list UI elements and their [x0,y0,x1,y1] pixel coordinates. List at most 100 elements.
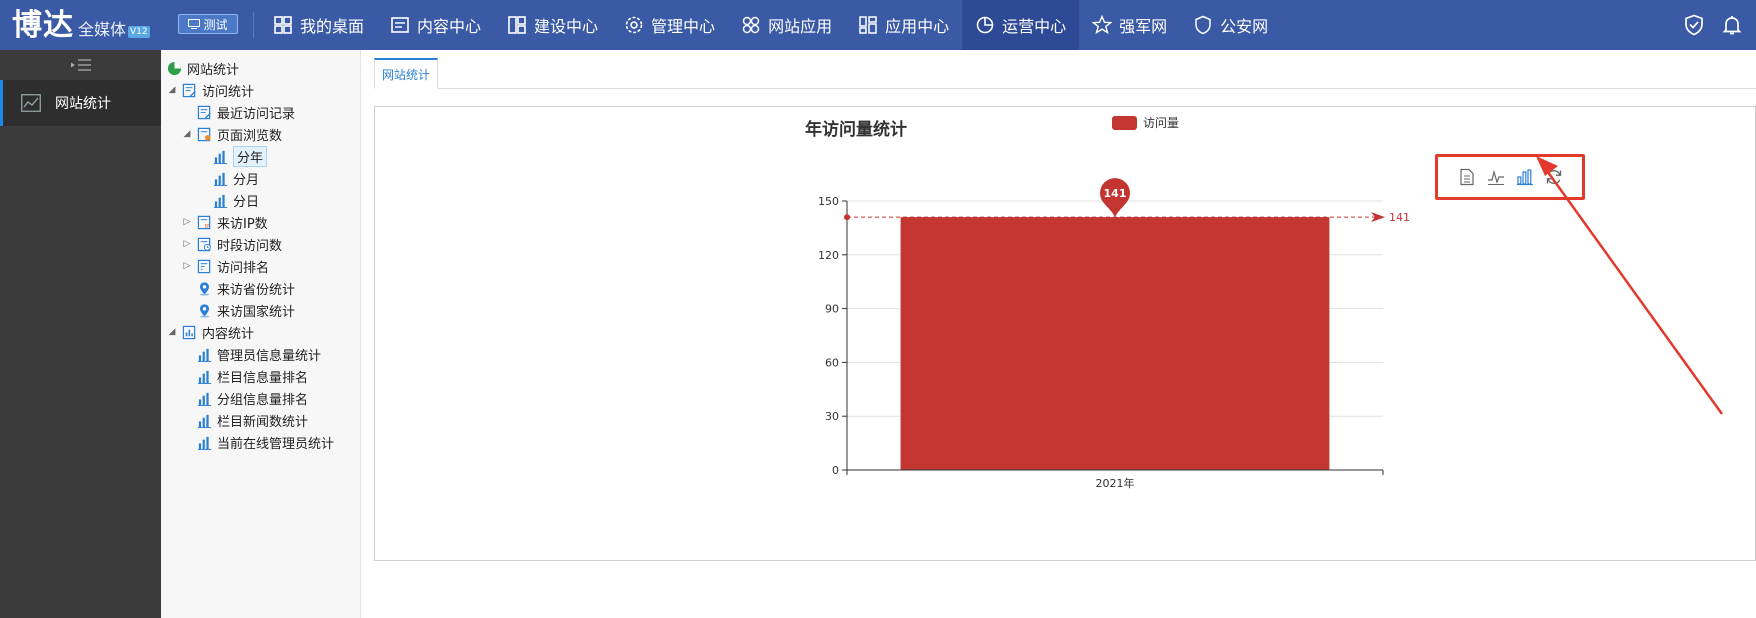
tree-node-recent-visits[interactable]: 最近访问记录 [197,101,295,123]
layout-icon [508,16,526,34]
tree-label: 分年 [233,145,268,167]
max-pin-label: 141 [1104,187,1127,200]
tree-node-content-stats[interactable]: ◢ 内容统计 [167,321,254,343]
tab-website-stats[interactable]: 网站统计 [374,58,439,89]
tree-label: 访问排名 [217,260,270,276]
logo-sub-text: 全媒体 [78,20,127,39]
expanded-arrow-icon[interactable]: ◢ [167,327,177,337]
tree-label: 管理员信息量统计 [217,348,322,364]
monitor-icon [188,19,201,29]
legend-label[interactable]: 访问量 [1143,116,1179,130]
tree-node-root[interactable]: 网站统计 [167,57,239,79]
report-icon [182,83,196,97]
nav-item-operations-center[interactable]: 运营中心 [962,0,1080,50]
legend-swatch[interactable] [1112,116,1137,130]
shield-check-icon[interactable] [1682,13,1706,37]
top-navigation-bar: 博达 全媒体 V12 测试 我的桌面 内容中心 建设中心 管理中心 网站应用 应… [0,0,1756,50]
environment-badge[interactable]: 测试 [178,14,238,34]
tree-node-column-news[interactable]: 栏目新闻数统计 [197,409,308,431]
tree-node-visit-stats[interactable]: ◢ 访问统计 [167,79,254,101]
bar-chart-icon [197,414,212,428]
main-nav: 我的桌面 内容中心 建设中心 管理中心 网站应用 应用中心 运营中心 强军网 公… [260,0,1281,50]
gear-icon [625,16,643,34]
tree-label: 栏目新闻数统计 [217,414,309,430]
bar-chart-icon [197,436,212,450]
bar-chart-icon [197,392,212,406]
tree-node-group-rank[interactable]: 分组信息量排名 [197,387,308,409]
tree-node-pageviews[interactable]: ◢ 页面浏览数 [182,123,282,145]
tree-label: 分月 [233,172,260,188]
chart-toolbox [1435,154,1585,200]
nav-item-qiangjun-net[interactable]: 强军网 [1079,0,1180,50]
sidebar-item-website-stats[interactable]: 网站统计 [0,80,161,126]
chart-bars [900,217,1330,470]
nav-label: 我的桌面 [300,17,365,36]
tree-node-by-year[interactable]: 分年 [213,145,268,167]
stats-tree: 网站统计 ◢ 访问统计 最近访问记录 ◢ 页面浏览数 分年 分月 分日 ▷ IP… [161,50,361,618]
nav-item-content-center[interactable]: 内容中心 [377,0,494,50]
bar-chart-icon [197,348,212,362]
pie-chart-icon [976,16,994,34]
nav-item-police-net[interactable]: 公安网 [1180,0,1281,50]
collapse-menu-icon [70,59,91,71]
star-icon [1092,15,1113,35]
tree-label: 来访省份统计 [217,282,296,298]
bar-chart-icon[interactable] [1516,168,1534,186]
tree-label: 内容统计 [202,326,255,342]
svg-text:IP: IP [205,224,211,230]
tree-node-online-admins[interactable]: 当前在线管理员统计 [197,431,334,453]
logo-version-badge: V12 [128,26,150,38]
tree-node-visitor-ip[interactable]: ▷ IP 来访IP数 [182,211,268,233]
tree-node-by-day[interactable]: 分日 [213,189,259,211]
restore-icon[interactable] [1545,168,1563,186]
brand-logo: 博达 全媒体 V12 [12,6,150,44]
nav-item-website-apps[interactable]: 网站应用 [728,0,845,50]
tree-label: 网站统计 [187,62,240,78]
tree-node-visit-rank[interactable]: ▷ 访问排名 [182,255,269,277]
bar-chart-icon [213,150,228,164]
nav-label: 应用中心 [885,17,950,36]
nav-label: 建设中心 [534,17,599,36]
nav-item-management-center[interactable]: 管理中心 [611,0,728,50]
tree-node-by-month[interactable]: 分月 [213,167,259,189]
nav-label: 管理中心 [651,17,716,36]
toolbar-divider [253,12,254,38]
x-tick-label: 2021年 [1096,476,1135,490]
nav-item-my-desktop[interactable]: 我的桌面 [260,0,377,50]
data-view-icon[interactable] [1458,168,1476,186]
nav-label: 内容中心 [417,17,482,36]
grid-icon [274,16,292,34]
tree-node-country-stats[interactable]: 来访国家统计 [197,299,295,321]
report-chart-icon [182,325,196,339]
tree-node-admin-info-stats[interactable]: 管理员信息量统计 [197,343,321,365]
collapsed-arrow-icon[interactable]: ▷ [182,261,192,271]
bar-chart-icon [213,194,228,208]
tree-label: 时段访问数 [217,238,283,254]
bar-chart-icon [197,370,212,384]
sidebar-item-label: 网站统计 [55,96,111,112]
nav-item-app-center[interactable]: 应用中心 [845,0,962,50]
bell-icon[interactable] [1720,13,1744,37]
nav-label: 公安网 [1220,17,1269,36]
collapsed-arrow-icon[interactable]: ▷ [182,239,192,249]
nav-item-build-center[interactable]: 建设中心 [494,0,611,50]
logo-main-text: 博达 [12,8,74,43]
map-pin-icon [199,281,210,296]
bar-chart-icon [213,172,228,186]
tree-label: 分组信息量排名 [217,392,309,408]
tree-node-period-visits[interactable]: ▷ 时段访问数 [182,233,282,255]
expanded-arrow-icon[interactable]: ◢ [182,129,192,139]
blocks-icon [859,16,877,34]
expanded-arrow-icon[interactable]: ◢ [167,85,177,95]
report-eye-icon [197,127,211,141]
y-tick-label: 60 [825,356,839,369]
tree-node-province-stats[interactable]: 来访省份统计 [197,277,295,299]
y-tick-label: 120 [818,249,839,262]
sidebar-collapse-toggle[interactable] [0,50,161,80]
map-pin-icon [199,303,210,318]
report-ip-icon: IP [197,215,211,230]
tree-node-column-rank[interactable]: 栏目信息量排名 [197,365,308,387]
line-chart-icon[interactable] [1487,168,1505,186]
collapsed-arrow-icon[interactable]: ▷ [182,217,192,227]
shield-icon [1195,15,1211,35]
